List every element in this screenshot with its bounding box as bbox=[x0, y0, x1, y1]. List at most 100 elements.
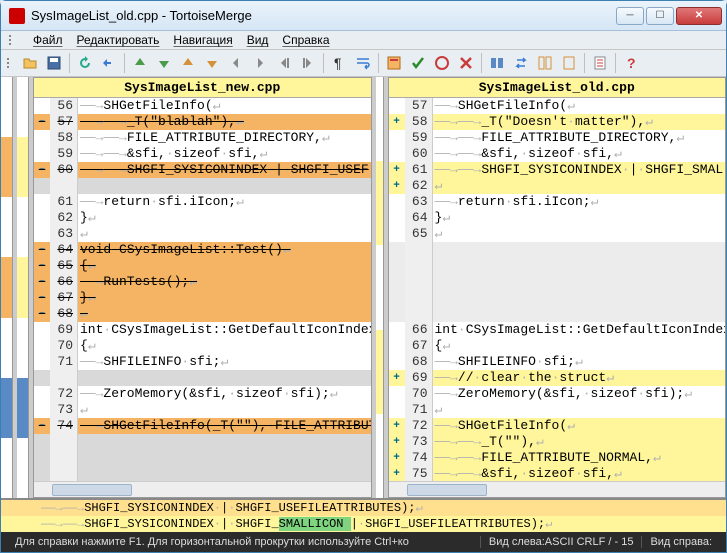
code-line[interactable]: 56――→SHGetFileInfo(↵ bbox=[34, 98, 371, 114]
toolbar-grip[interactable] bbox=[7, 58, 13, 68]
nav-right-icon[interactable] bbox=[249, 52, 271, 74]
compare-whitespace-icon[interactable] bbox=[486, 52, 508, 74]
code-line[interactable]: +62↵ bbox=[389, 178, 726, 194]
right-code-area[interactable]: 57――→SHGetFileInfo(↵+58――→――→_T("Doesn't… bbox=[389, 98, 726, 481]
code-line[interactable]: 67{↵ bbox=[389, 338, 726, 354]
code-line[interactable]: 58――→――→FILE_ATTRIBUTE_DIRECTORY,↵ bbox=[34, 130, 371, 146]
code-line[interactable]: –64void·CSysImageList::Test()↵ bbox=[34, 242, 371, 258]
line-text: int·CSysImageList::GetDefaultIconIndex( bbox=[78, 322, 371, 338]
code-line[interactable]: 65↵ bbox=[389, 226, 726, 242]
right-hscrollbar[interactable] bbox=[389, 481, 726, 497]
wrap-icon[interactable] bbox=[352, 52, 374, 74]
prev-diff-up-icon[interactable] bbox=[129, 52, 151, 74]
code-line[interactable]: 73↵ bbox=[34, 402, 371, 418]
code-line[interactable]: 59――→――→&sfi,·sizeof·sfi,↵ bbox=[34, 146, 371, 162]
code-line[interactable]: 62}↵ bbox=[34, 210, 371, 226]
diff-marker bbox=[389, 290, 405, 306]
code-line[interactable]: 63――→return·sfi.iIcon;↵ bbox=[389, 194, 726, 210]
code-line[interactable]: –68↵ bbox=[34, 306, 371, 322]
diff-marker bbox=[34, 466, 50, 481]
close-button[interactable]: ✕ bbox=[676, 7, 722, 25]
left-code-area[interactable]: 56――→SHGetFileInfo(↵–57――→――→_T("blablah… bbox=[34, 98, 371, 481]
use-theirs-icon[interactable] bbox=[431, 52, 453, 74]
code-line[interactable]: –67}↵ bbox=[34, 290, 371, 306]
code-line[interactable]: –65{↵ bbox=[34, 258, 371, 274]
nav-left-inline-icon[interactable] bbox=[273, 52, 295, 74]
line-number: 71 bbox=[50, 354, 78, 370]
code-line[interactable]: –66――→RunTests();↵ bbox=[34, 274, 371, 290]
settings-icon[interactable] bbox=[589, 52, 611, 74]
code-line[interactable] bbox=[34, 178, 371, 194]
merge-line[interactable]: ――→――→SHGFI_SYSICONINDEX·|·SHGFI_SMALLIC… bbox=[1, 516, 726, 532]
menu-help[interactable]: Справка bbox=[282, 33, 329, 47]
code-line[interactable] bbox=[34, 434, 371, 450]
one-pane-icon[interactable] bbox=[558, 52, 580, 74]
mark-resolved-icon[interactable] bbox=[407, 52, 429, 74]
code-line[interactable]: +61――→――→SHGFI_SYSICONINDEX·|·SHGFI_SMAL bbox=[389, 162, 726, 178]
menu-file[interactable]: Файл bbox=[33, 33, 63, 47]
left-hscrollbar[interactable] bbox=[34, 481, 371, 497]
code-line[interactable]: +74――→――→FILE_ATTRIBUTE_NORMAL,↵ bbox=[389, 450, 726, 466]
nav-left-icon[interactable] bbox=[225, 52, 247, 74]
code-line[interactable]: 57――→SHGetFileInfo(↵ bbox=[389, 98, 726, 114]
reload-icon[interactable] bbox=[74, 52, 96, 74]
two-pane-icon[interactable] bbox=[534, 52, 556, 74]
code-line[interactable]: 71↵ bbox=[389, 402, 726, 418]
code-line[interactable]: 60――→――→&sfi,·sizeof·sfi,↵ bbox=[389, 146, 726, 162]
code-line[interactable] bbox=[34, 466, 371, 481]
menu-view[interactable]: Вид bbox=[247, 33, 269, 47]
code-line[interactable] bbox=[389, 290, 726, 306]
minimize-button[interactable]: ─ bbox=[616, 7, 644, 25]
code-line[interactable]: 64}↵ bbox=[389, 210, 726, 226]
merge-line[interactable]: ――→――→SHGFI_SYSICONINDEX·|·SHGFI_USEFILE… bbox=[1, 500, 726, 516]
code-line[interactable]: +58――→――→_T("Doesn't·matter"),↵ bbox=[389, 114, 726, 130]
prev-conflict-up-icon[interactable] bbox=[177, 52, 199, 74]
code-line[interactable]: 70――→ZeroMemory(&sfi,·sizeof·sfi);↵ bbox=[389, 386, 726, 402]
menu-nav[interactable]: Навигация bbox=[173, 33, 232, 47]
bottom-merge-pane[interactable]: ――→――→SHGFI_SYSICONINDEX·|·SHGFI_USEFILE… bbox=[1, 498, 726, 532]
code-line[interactable] bbox=[34, 370, 371, 386]
overview-strip-mid[interactable] bbox=[376, 77, 384, 498]
code-line[interactable]: 61――→return·sfi.iIcon;↵ bbox=[34, 194, 371, 210]
next-diff-down-icon[interactable] bbox=[153, 52, 175, 74]
code-line[interactable]: 70{↵ bbox=[34, 338, 371, 354]
code-line[interactable]: +72――→SHGetFileInfo(↵ bbox=[389, 418, 726, 434]
code-line[interactable]: –60――→――→SHGFI_SYSICONINDEX·|·SHGFI_USEF bbox=[34, 162, 371, 178]
code-line[interactable]: 69int·CSysImageList::GetDefaultIconIndex… bbox=[34, 322, 371, 338]
code-line[interactable]: 66int·CSysImageList::GetDefaultIconIndex… bbox=[389, 322, 726, 338]
maximize-button[interactable]: ☐ bbox=[646, 7, 674, 25]
code-line[interactable] bbox=[389, 274, 726, 290]
titlebar[interactable]: SysImageList_old.cpp - TortoiseMerge ─ ☐… bbox=[1, 1, 726, 31]
code-line[interactable]: –74――→SHGetFileInfo(_T(""),·FILE_ATTRIBU… bbox=[34, 418, 371, 434]
code-line[interactable]: 59――→――→FILE_ATTRIBUTE_DIRECTORY,↵ bbox=[389, 130, 726, 146]
pilcrow-icon[interactable]: ¶ bbox=[328, 52, 350, 74]
code-line[interactable]: +73――→――→_T(""),↵ bbox=[389, 434, 726, 450]
app-icon bbox=[9, 8, 25, 24]
code-line[interactable] bbox=[389, 242, 726, 258]
code-line[interactable]: 71――→SHFILEINFO·sfi;↵ bbox=[34, 354, 371, 370]
use-block-icon[interactable] bbox=[383, 52, 405, 74]
code-line[interactable] bbox=[34, 450, 371, 466]
undo-icon[interactable] bbox=[98, 52, 120, 74]
next-conflict-down-icon[interactable] bbox=[201, 52, 223, 74]
swap-icon[interactable] bbox=[510, 52, 532, 74]
code-line[interactable]: 63↵ bbox=[34, 226, 371, 242]
menu-grip[interactable] bbox=[9, 33, 15, 47]
code-line[interactable]: 68――→SHFILEINFO·sfi;↵ bbox=[389, 354, 726, 370]
open-icon[interactable] bbox=[19, 52, 41, 74]
menu-edit[interactable]: Редактировать bbox=[77, 33, 160, 47]
overview-strip-left-inner[interactable] bbox=[17, 77, 29, 498]
save-icon[interactable] bbox=[43, 52, 65, 74]
reject-icon[interactable] bbox=[455, 52, 477, 74]
code-line[interactable] bbox=[389, 306, 726, 322]
line-number: 57 bbox=[50, 114, 78, 130]
code-line[interactable]: +75――→――→&sfi,·sizeof·sfi,↵ bbox=[389, 466, 726, 481]
code-line[interactable] bbox=[389, 258, 726, 274]
help-icon[interactable]: ? bbox=[620, 52, 642, 74]
nav-right-inline-icon[interactable] bbox=[297, 52, 319, 74]
code-line[interactable]: –57――→――→_T("blablah"),↵ bbox=[34, 114, 371, 130]
overview-strip-left-outer[interactable] bbox=[1, 77, 13, 498]
diff-marker bbox=[34, 450, 50, 466]
code-line[interactable]: 72――→ZeroMemory(&sfi,·sizeof·sfi);↵ bbox=[34, 386, 371, 402]
code-line[interactable]: +69――→//·clear·the·struct↵ bbox=[389, 370, 726, 386]
